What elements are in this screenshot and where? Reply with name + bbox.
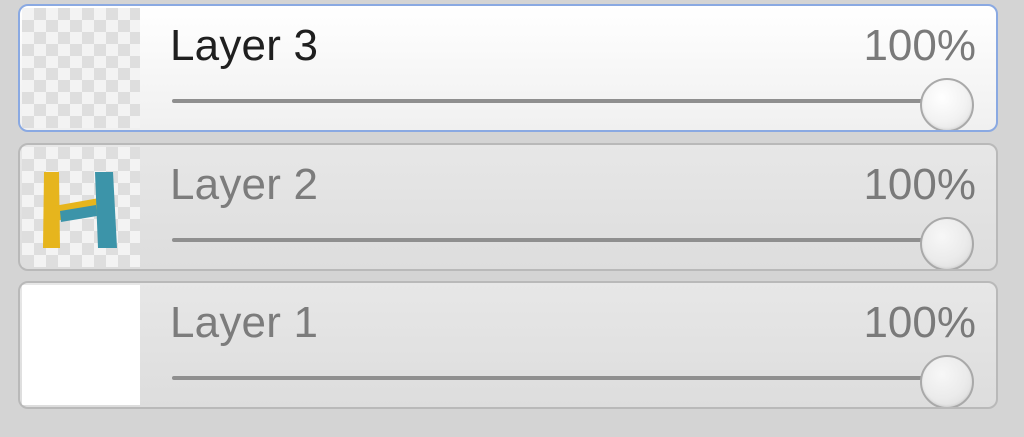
slider-track[interactable] bbox=[172, 376, 944, 380]
h-logo-icon bbox=[43, 172, 117, 248]
layer-opacity-value: 100% bbox=[863, 21, 976, 70]
layer-thumbnail bbox=[22, 285, 140, 405]
slider-thumb[interactable] bbox=[920, 78, 974, 130]
slider-track[interactable] bbox=[172, 99, 944, 103]
layer-name: Layer 2 bbox=[170, 160, 319, 209]
opacity-slider[interactable] bbox=[172, 217, 974, 269]
slider-thumb[interactable] bbox=[920, 355, 974, 407]
layer-row-layer-1[interactable]: Layer 1 100% bbox=[18, 281, 998, 409]
layer-name: Layer 1 bbox=[170, 298, 319, 347]
layer-row-layer-3[interactable]: Layer 3 100% bbox=[18, 4, 998, 132]
layer-opacity-value: 100% bbox=[863, 298, 976, 347]
layer-opacity-value: 100% bbox=[863, 160, 976, 209]
opacity-slider[interactable] bbox=[172, 78, 974, 130]
layer-row-layer-2[interactable]: Layer 2 100% bbox=[18, 143, 998, 271]
opacity-slider[interactable] bbox=[172, 355, 974, 407]
layer-thumbnail bbox=[22, 8, 140, 128]
slider-thumb[interactable] bbox=[920, 217, 974, 269]
slider-track[interactable] bbox=[172, 238, 944, 242]
layer-thumbnail bbox=[22, 147, 140, 267]
layers-panel: Layer 3 100% Layer 2 100% Layer 1 100% bbox=[0, 0, 1024, 437]
layer-name: Layer 3 bbox=[170, 21, 319, 70]
